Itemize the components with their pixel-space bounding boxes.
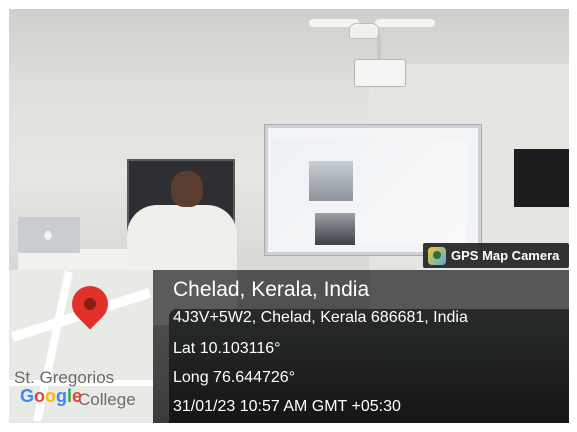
google-letter: e xyxy=(72,386,83,406)
map-place-label-2: College xyxy=(78,390,136,409)
timestamp: 31/01/23 10:57 AM GMT +05:30 xyxy=(173,398,401,415)
slide-image-2 xyxy=(315,213,355,245)
projector xyxy=(354,59,406,87)
gps-map-camera-icon xyxy=(428,246,446,265)
speaker-head xyxy=(171,171,203,207)
google-letter: o xyxy=(34,386,46,406)
longitude: Long 76.644726° xyxy=(173,369,296,386)
apple-logo-icon xyxy=(44,231,52,240)
map-pin-center xyxy=(84,298,96,310)
google-letter: G xyxy=(20,386,35,406)
latitude: Lat 10.103116° xyxy=(173,340,281,357)
slide-image-1 xyxy=(309,161,353,201)
wall-display-right xyxy=(514,149,569,207)
location-title: Chelad, Kerala, India xyxy=(173,278,370,301)
gps-map-camera-badge: GPS Map Camera xyxy=(423,243,569,268)
google-letter: g xyxy=(56,386,68,406)
google-letter: o xyxy=(45,386,57,406)
projector-mount xyxy=(377,35,381,61)
map-place-label: St. Gregorios xyxy=(14,368,115,387)
ceiling-fan xyxy=(349,23,379,39)
badge-label: GPS Map Camera xyxy=(451,248,560,263)
projected-slide xyxy=(271,139,467,243)
google-logo: Google xyxy=(20,386,82,407)
location-address: 4J3V+5W2, Chelad, Kerala 686681, India xyxy=(173,309,468,326)
ceiling-fan-blade xyxy=(375,19,435,27)
